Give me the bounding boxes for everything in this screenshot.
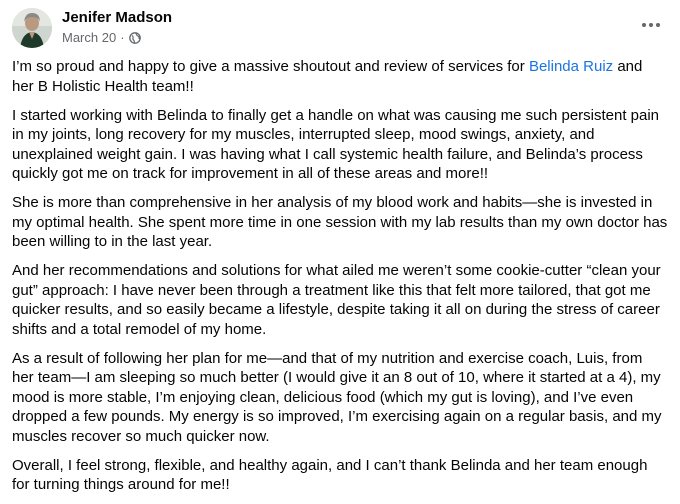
profile-photo bbox=[12, 8, 52, 48]
more-options-button[interactable] bbox=[636, 12, 666, 38]
post-card: Jenifer Madson March 20 · I’m so proud a… bbox=[0, 0, 680, 493]
paragraph-text: I’m so proud and happy to give a massive… bbox=[12, 58, 529, 75]
globe-icon[interactable] bbox=[128, 32, 141, 44]
post-paragraph: I started working with Belinda to finall… bbox=[12, 106, 660, 183]
post-paragraph: She is more than comprehensive in her an… bbox=[12, 194, 668, 250]
avatar[interactable] bbox=[12, 8, 52, 48]
post-paragraph: I’m so proud and happy to give a massive… bbox=[12, 57, 668, 96]
meta-separator: · bbox=[120, 30, 125, 45]
more-horizontal-icon bbox=[642, 23, 660, 27]
post-body: I’m so proud and happy to give a massive… bbox=[12, 57, 668, 504]
author-name[interactable]: Jenifer Madson bbox=[62, 8, 172, 27]
post-date[interactable]: March 20 bbox=[62, 30, 116, 46]
post-paragraph: And her recommendations and solutions fo… bbox=[12, 262, 661, 338]
post-meta: March 20 · bbox=[62, 30, 141, 46]
mention-link[interactable]: Belinda Ruiz bbox=[529, 58, 613, 75]
post-paragraph: Overall, I feel strong, flexible, and he… bbox=[12, 456, 648, 494]
post-paragraph: As a result of following her plan for me… bbox=[12, 349, 662, 445]
